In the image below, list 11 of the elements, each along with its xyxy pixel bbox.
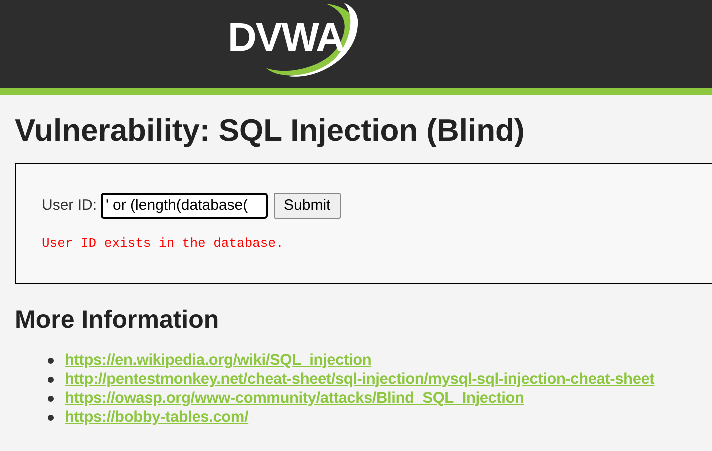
bullet-icon [48,396,54,402]
user-id-label: User ID: [42,196,98,216]
page-title: Vulnerability: SQL Injection (Blind) [15,112,526,150]
user-id-field[interactable]: ' or (length(database( [101,192,268,219]
bullet-icon [48,414,54,421]
bullet-icon [48,358,54,364]
bullet-icon [48,376,54,383]
result-message: User ID exists in the database. [42,234,285,253]
logo-text: DVWA [228,18,344,58]
section-heading: More Information [15,304,220,336]
submit-button[interactable]: Submit [274,192,341,219]
